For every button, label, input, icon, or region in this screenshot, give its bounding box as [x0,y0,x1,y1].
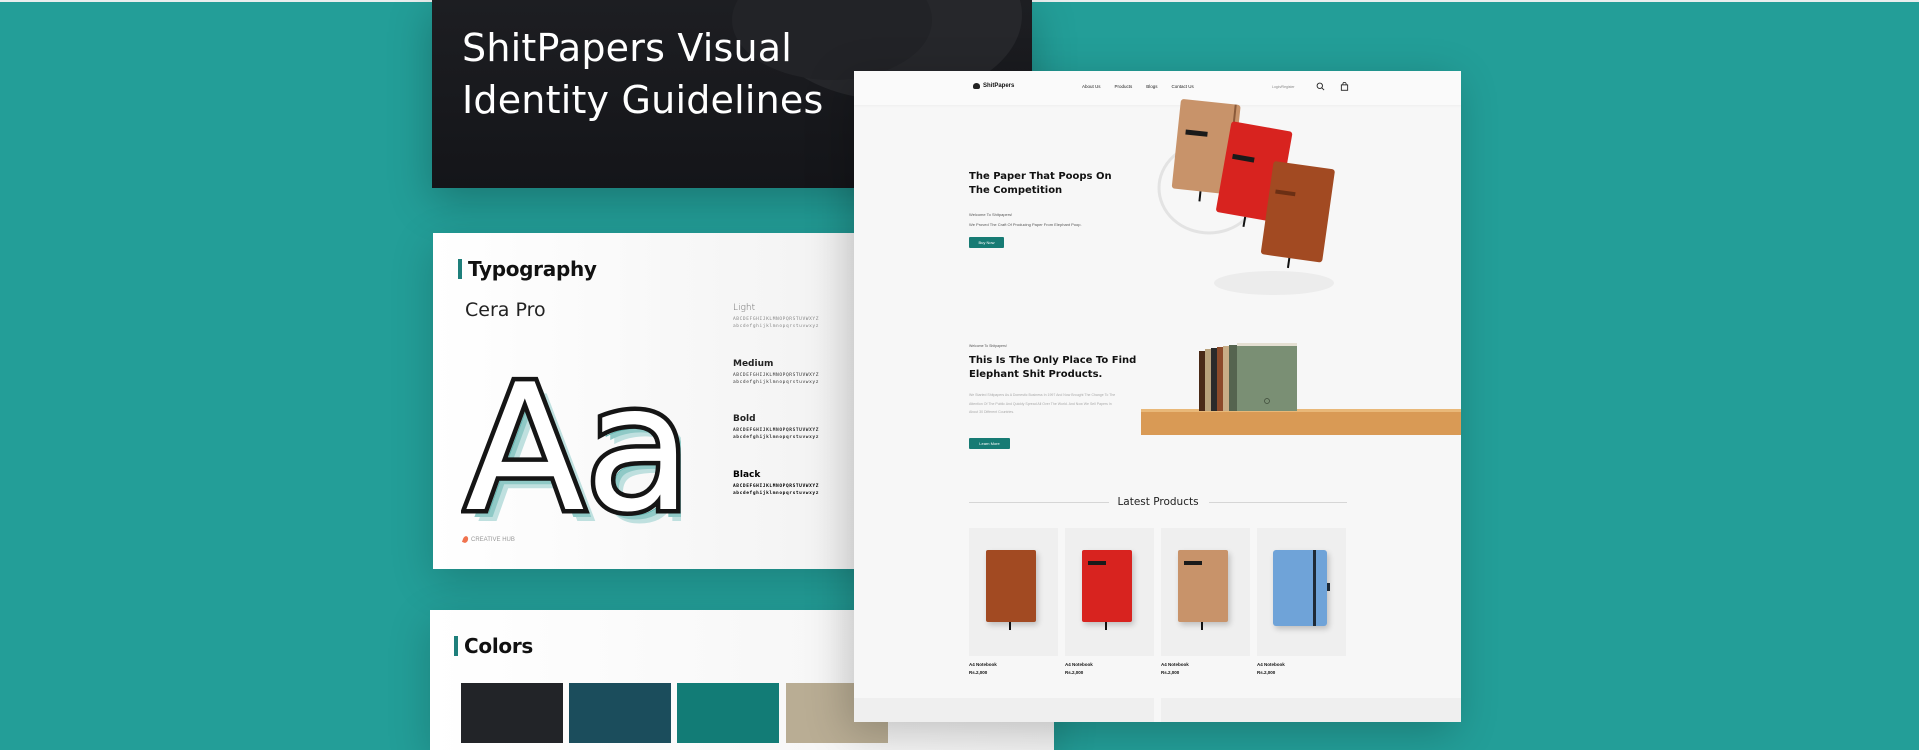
brand-mark: CREATIVE HUB [461,535,515,544]
weight-black: Black ABCDEFGHIJKLMNOPQRSTUVWXYZ abcdefg… [733,470,853,497]
guidelines-title: ShitPapers Visual Identity Guidelines [462,26,824,122]
heading-accent-bar [458,259,462,279]
product-price: Rs.2,000 [1257,670,1276,675]
weight-uppercase: ABCDEFGHIJKLMNOPQRSTUVWXYZ [733,428,820,433]
notebook-cover [986,550,1036,622]
product-card[interactable]: A4 Notebook Rs.2,000 [969,528,1058,675]
weight-light: Light ABCDEFGHIJKLMNOPQRSTUVWXYZ abcdefg… [733,303,853,330]
about-eyebrow: Welcome To Shitpapers! [969,344,1007,348]
product-image[interactable] [1161,528,1250,656]
site-logo-text: ShitPapers [983,83,1015,89]
product-image[interactable] [969,528,1058,656]
weight-lowercase: abcdefghijklmnopqrstuvwxyz [733,380,820,385]
color-swatch-2 [569,683,671,743]
weight-name: Medium [733,359,774,369]
ribbon [1105,622,1107,630]
latest-products-heading: Latest Products [969,496,1347,508]
about-title: This Is The Only Place To Find Elephant … [969,355,1137,380]
product-image[interactable] [1065,528,1154,656]
notebook-cover [1273,550,1327,626]
hero-subtitle-line: Welcome To Shitpapers! [969,212,1013,217]
typography-heading: Typography [458,257,597,281]
colors-heading-text: Colors [464,634,533,658]
weight-uppercase: ABCDEFGHIJKLMNOPQRSTUVWXYZ [733,373,820,378]
nav-menu: About Us Products Blogs Contact Us [1082,84,1208,89]
poop-logo-icon [973,83,980,89]
nav-contact-us[interactable]: Contact Us [1172,84,1194,89]
weight-name: Black [733,470,761,480]
shelf-notebooks-image [1141,343,1461,446]
flame-icon [461,535,470,544]
product-name[interactable]: A4 Notebook [1065,662,1154,667]
ribbon [1009,622,1011,630]
product-price: Rs.2,000 [1065,670,1084,675]
website-mockup: ShitPapers About Us Products Blogs Conta… [854,71,1461,722]
weight-name: Light [733,303,756,313]
weight-uppercase: ABCDEFGHIJKLMNOPQRSTUVWXYZ [733,484,820,489]
weight-medium: Medium ABCDEFGHIJKLMNOPQRSTUVWXYZ abcdef… [733,359,853,386]
hero-notebooks-image [1157,99,1335,295]
product-card[interactable]: A4 Notebook Rs.2,000 [1257,528,1346,675]
product-name[interactable]: A4 Notebook [1257,662,1346,667]
nav-about-us[interactable]: About Us [1082,84,1101,89]
weight-name: Bold [733,414,756,424]
typography-heading-text: Typography [468,257,597,281]
latest-products-text: Latest Products [1109,496,1207,508]
shopping-bag-icon[interactable] [1340,82,1349,91]
heading-accent-bar [454,636,458,656]
notebook-label [1088,561,1106,565]
colors-heading: Colors [454,634,533,658]
notebook-label [1184,561,1202,565]
product-card[interactable]: A4 Notebook Rs.2,000 [1065,528,1154,675]
footer-tile [854,698,1154,722]
nav-blogs[interactable]: Blogs [1146,84,1157,89]
hero-subtitle: Welcome To Shitpapers! We Proved The Cra… [969,210,1149,230]
product-price: Rs.2,000 [1161,670,1180,675]
site-logo[interactable]: ShitPapers [973,83,1014,89]
weight-lowercase: abcdefghijklmnopqrstuvwxyz [733,435,820,440]
hero-subtitle-line: We Proved The Craft Of Producing Paper F… [969,222,1082,227]
font-name: Cera Pro [465,299,546,321]
aa-specimen: Aa Aa Aa Aa [461,353,681,553]
elastic-band [1313,550,1316,626]
footer-tile [1161,698,1461,722]
product-name[interactable]: A4 Notebook [1161,662,1250,667]
latest-products-text-wrap: Latest Products [969,496,1347,508]
product-image[interactable] [1257,528,1346,656]
login-register-link[interactable]: Login/Register [1272,85,1295,89]
product-price: Rs.2,000 [969,670,988,675]
nav-products[interactable]: Products [1115,84,1133,89]
about-body: We Started Shitpapers As A Domestic Busi… [969,393,1116,414]
weight-uppercase: ABCDEFGHIJKLMNOPQRSTUVWXYZ [733,317,820,322]
product-card[interactable]: A4 Notebook Rs.2,000 [1161,528,1250,675]
color-swatch-3 [677,683,779,743]
buy-now-button[interactable]: Buy Now [969,237,1004,248]
learn-more-button[interactable]: Learn More [969,438,1010,449]
weight-lowercase: abcdefghijklmnopqrstuvwxyz [733,491,820,496]
aa-glyph: Aa [465,353,681,551]
weight-bold: Bold ABCDEFGHIJKLMNOPQRSTUVWXYZ abcdefgh… [733,414,853,441]
search-icon[interactable] [1316,82,1325,91]
hero-title: The Paper That Poops On The Competition [969,171,1112,196]
brand-mark-text: CREATIVE HUB [471,536,515,543]
color-swatch-1 [461,683,563,743]
pen-loop [1327,583,1330,591]
product-name[interactable]: A4 Notebook [969,662,1058,667]
ribbon [1201,622,1203,630]
weight-lowercase: abcdefghijklmnopqrstuvwxyz [733,324,820,329]
